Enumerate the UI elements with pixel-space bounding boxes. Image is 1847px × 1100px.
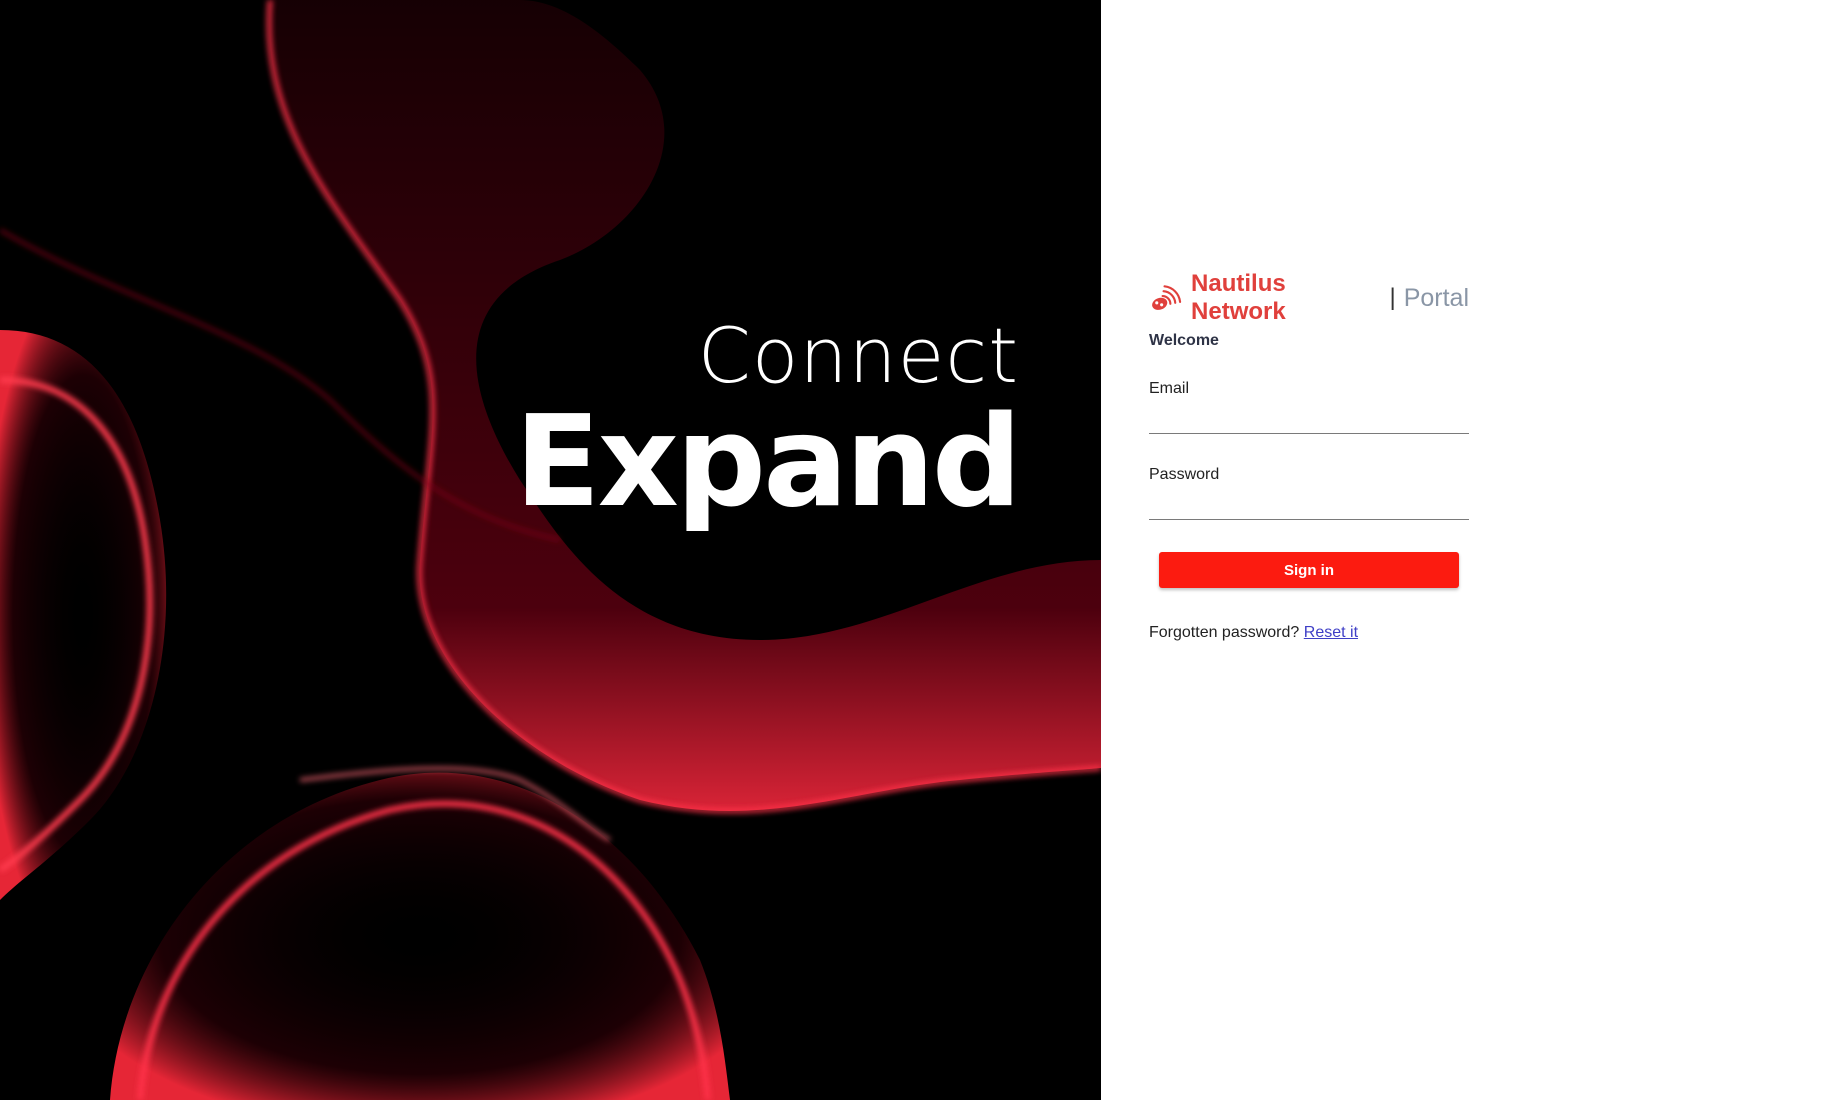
forgot-password-text: Forgotten password? <box>1149 624 1300 641</box>
brand-suffix: Portal <box>1403 283 1469 312</box>
password-input[interactable] <box>1149 484 1469 520</box>
hero-tagline-expand: Expand <box>514 388 1022 535</box>
sign-in-button[interactable]: Sign in <box>1159 552 1459 588</box>
abstract-waves-background <box>0 0 1101 1100</box>
welcome-heading: Welcome <box>1149 332 1219 349</box>
forgot-password-row: Forgotten password? Reset it <box>1149 624 1469 642</box>
login-panel: Nautilus Network | Portal Welcome Email … <box>1149 270 1469 642</box>
email-input[interactable] <box>1149 398 1469 434</box>
hero-tagline-connect: Connect <box>697 311 1019 400</box>
reset-password-link[interactable]: Reset it <box>1304 624 1358 641</box>
hero-panel: Connect Expand <box>0 0 1101 1100</box>
email-field-group: Email <box>1149 380 1469 434</box>
satellite-signal-icon <box>1152 285 1182 310</box>
email-label: Email <box>1149 380 1190 397</box>
password-label: Password <box>1149 466 1220 483</box>
brand-separator: | <box>1389 284 1396 311</box>
password-field-group: Password <box>1149 466 1469 520</box>
brand-name: Nautilus Network <box>1191 270 1286 325</box>
brand-header: Nautilus Network | Portal <box>1149 270 1469 325</box>
